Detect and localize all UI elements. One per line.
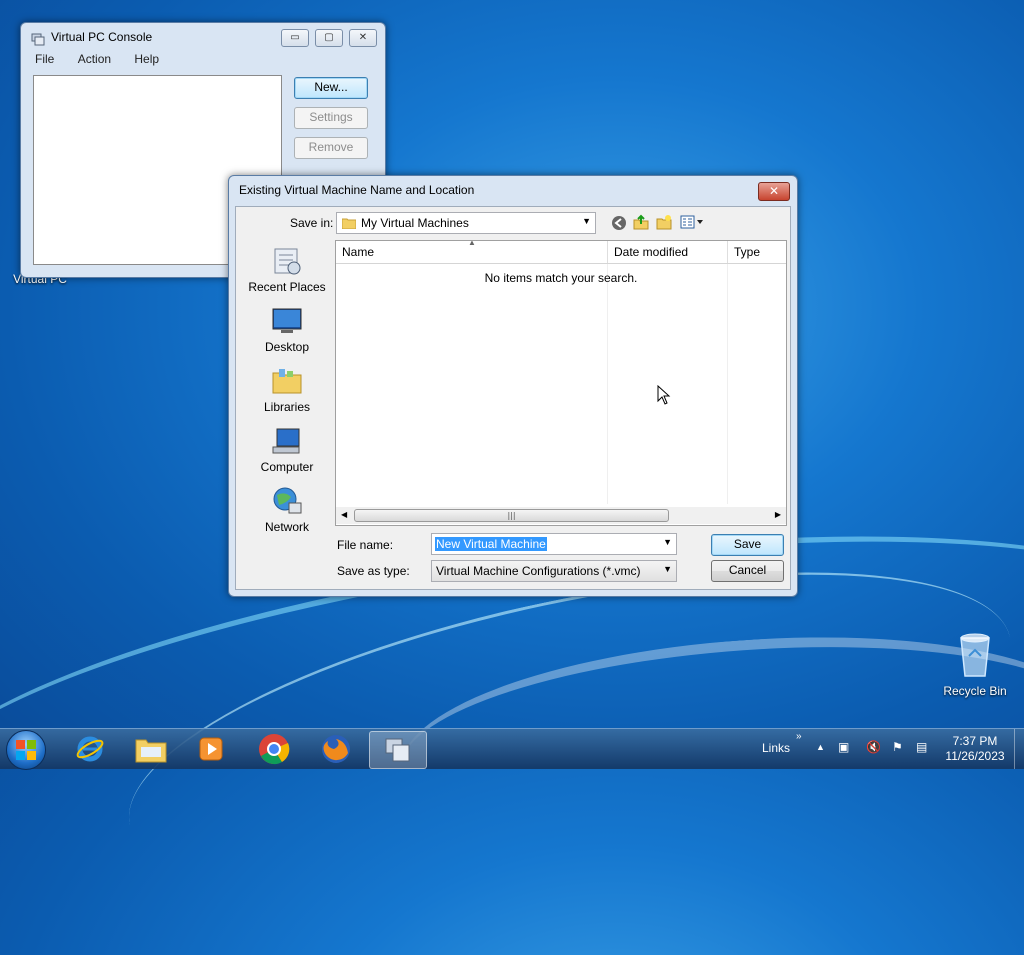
settings-button[interactable]: Settings: [294, 107, 368, 129]
chevron-down-icon: ▼: [663, 564, 672, 574]
save-as-type-select[interactable]: Virtual Machine Configurations (*.vmc) ▼: [431, 560, 677, 582]
network-tray-icon[interactable]: ▤: [916, 740, 927, 754]
internet-explorer-icon: [76, 736, 104, 762]
taskbar-firefox[interactable]: [308, 731, 364, 767]
save-as-type-value: Virtual Machine Configurations (*.vmc): [436, 564, 641, 578]
taskbar-media-player[interactable]: [183, 731, 239, 767]
dialog-title: Existing Virtual Machine Name and Locati…: [239, 183, 475, 197]
horizontal-scrollbar[interactable]: ◀ ||| ▶: [336, 507, 786, 524]
file-name-value: New Virtual Machine: [435, 537, 547, 551]
folder-icon: [342, 218, 356, 229]
minimize-button[interactable]: ▭: [281, 29, 309, 47]
place-network[interactable]: Network: [242, 485, 332, 534]
back-icon[interactable]: [611, 215, 627, 231]
view-menu-icon[interactable]: [680, 214, 706, 230]
column-type[interactable]: Type: [734, 245, 760, 259]
clock-time: 7:37 PM: [952, 734, 998, 748]
dialog-body: Save in: My Virtual Machines ▼ Recent Pl…: [235, 206, 791, 590]
save-in-combo[interactable]: My Virtual Machines ▼: [336, 212, 596, 234]
clock[interactable]: 7:37 PM 11/26/2023: [940, 734, 1010, 764]
start-button[interactable]: [6, 730, 46, 770]
menu-file[interactable]: File: [35, 52, 54, 66]
computer-icon: [272, 428, 300, 454]
place-label: Libraries: [263, 400, 311, 414]
new-folder-icon[interactable]: [656, 214, 672, 230]
file-list-header: ▲ Name Date modified Type: [336, 241, 786, 264]
file-name-label: File name:: [337, 538, 394, 552]
desktop-icon-label: Recycle Bin: [943, 684, 1007, 698]
folder-icon: [135, 739, 167, 763]
save-as-type-label: Save as type:: [337, 564, 410, 578]
desktop-icon: [272, 308, 302, 333]
dialog-titlebar[interactable]: Existing Virtual Machine Name and Locati…: [229, 176, 797, 204]
column-date-modified[interactable]: Date modified: [614, 245, 688, 259]
place-libraries[interactable]: Libraries: [242, 365, 332, 414]
place-label: Desktop: [264, 340, 310, 354]
virtual-pc-icon: [385, 738, 410, 762]
place-label: Computer: [260, 460, 314, 474]
windows-logo-icon: [16, 740, 36, 760]
menu-action[interactable]: Action: [78, 52, 111, 66]
taskbar-explorer[interactable]: [123, 731, 179, 767]
virtual-pc-tray-icon[interactable]: ▣: [838, 740, 849, 754]
place-recent-places[interactable]: Recent Places: [242, 245, 332, 294]
console-title: Virtual PC Console: [51, 30, 153, 44]
close-button[interactable]: ✕: [758, 182, 790, 201]
save-dialog: Existing Virtual Machine Name and Locati…: [228, 175, 798, 597]
action-center-flag-icon[interactable]: ⚑: [892, 740, 903, 754]
close-button[interactable]: ✕: [349, 29, 377, 47]
chrome-icon: [259, 734, 290, 765]
links-toolbar[interactable]: Links: [762, 741, 790, 755]
places-bar: Recent Places Desktop Libraries Computer…: [242, 239, 332, 539]
save-in-value: My Virtual Machines: [361, 216, 469, 230]
console-menubar: File Action Help: [25, 52, 169, 70]
cancel-button[interactable]: Cancel: [711, 560, 784, 582]
recycle-bin-icon: [960, 633, 990, 677]
scroll-right-icon[interactable]: ▶: [775, 510, 781, 519]
mouse-cursor-icon: [657, 385, 671, 405]
save-button[interactable]: Save: [711, 534, 784, 556]
scrollbar-thumb[interactable]: |||: [354, 509, 669, 522]
chevron-down-icon: ▼: [582, 216, 591, 226]
place-label: Recent Places: [248, 280, 326, 294]
column-name[interactable]: Name: [342, 245, 374, 259]
place-label: Network: [264, 520, 309, 534]
chevron-down-icon[interactable]: ▼: [663, 537, 672, 547]
file-list[interactable]: ▲ Name Date modified Type No items match…: [335, 240, 787, 526]
taskbar-chrome[interactable]: [246, 731, 302, 767]
firefox-icon: [322, 735, 350, 763]
show-hidden-icons-icon[interactable]: ▲: [816, 742, 825, 752]
maximize-button[interactable]: ▢: [315, 29, 343, 47]
save-in-label: Save in:: [290, 216, 334, 230]
new-button[interactable]: New...: [294, 77, 368, 99]
desktop-icon-recycle-bin[interactable]: Recycle Bin: [935, 630, 1015, 698]
volume-muted-icon[interactable]: 🔇: [866, 740, 881, 754]
show-desktop-button[interactable]: [1014, 729, 1024, 769]
libraries-icon: [272, 369, 302, 394]
place-desktop[interactable]: Desktop: [242, 305, 332, 354]
empty-message: No items match your search.: [484, 271, 638, 285]
console-titlebar[interactable]: Virtual PC Console ▭ ▢ ✕: [21, 23, 385, 51]
menu-help[interactable]: Help: [134, 52, 159, 66]
place-computer[interactable]: Computer: [242, 425, 332, 474]
file-name-input[interactable]: New Virtual Machine ▼: [431, 533, 677, 555]
taskbar: Links » ▲ ▣ 🔇 ⚑ ▤ 7:37 PM 11/26/2023: [0, 728, 1024, 770]
clock-date: 11/26/2023: [945, 749, 1005, 763]
up-folder-icon[interactable]: [633, 214, 649, 230]
links-expand-icon[interactable]: »: [796, 731, 802, 742]
remove-button[interactable]: Remove: [294, 137, 368, 159]
virtual-pc-icon: [31, 33, 45, 46]
taskbar-virtual-pc[interactable]: [369, 731, 427, 769]
taskbar-internet-explorer[interactable]: [62, 731, 118, 767]
recent-places-icon: [274, 248, 301, 275]
media-player-icon: [199, 737, 223, 761]
scroll-left-icon[interactable]: ◀: [341, 510, 347, 519]
network-icon: [273, 487, 302, 514]
sort-ascending-icon: ▲: [468, 240, 476, 247]
